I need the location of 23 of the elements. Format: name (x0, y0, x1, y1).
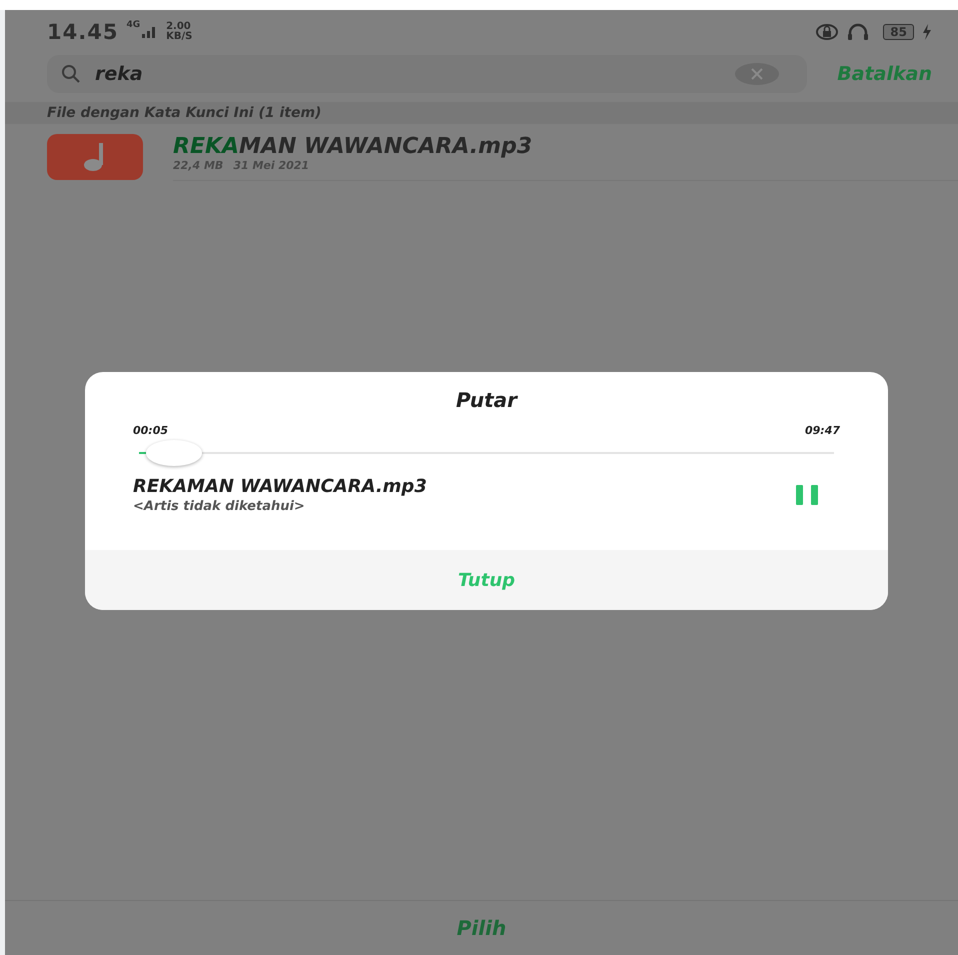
clear-icon[interactable] (735, 63, 780, 85)
section-header: File dengan Kata Kunci Ini (1 item) (47, 105, 322, 121)
select-button[interactable]: Pilih (456, 916, 506, 940)
charging-icon (922, 24, 932, 40)
artist-name: <Artis tidak diketahui> (133, 499, 305, 514)
network-speed: 2.00 (166, 22, 191, 32)
duration-time: 09:47 (804, 424, 840, 437)
speed-unit: KB/S (166, 32, 192, 42)
elapsed-time: 00:05 (133, 424, 168, 437)
network-type: 4G (126, 20, 140, 30)
search-field[interactable]: reka (47, 55, 808, 93)
slider-thumb[interactable] (146, 440, 202, 466)
status-time: 14.45 (47, 20, 118, 44)
dialog-title: Putar (454, 388, 519, 412)
headphones-icon (847, 23, 870, 41)
battery-level: 85 (883, 24, 914, 40)
track-name: REKAMAN WAWANCARA.mp3 (133, 476, 427, 497)
file-name[interactable]: REKAMAN WAWANCARA.mp3 (173, 134, 958, 159)
search-icon (61, 64, 81, 84)
lock-rotation-icon (815, 23, 840, 41)
cancel-button[interactable]: Batalkan (837, 63, 932, 85)
close-button[interactable]: Tutup (85, 550, 888, 610)
music-file-icon (47, 134, 143, 180)
